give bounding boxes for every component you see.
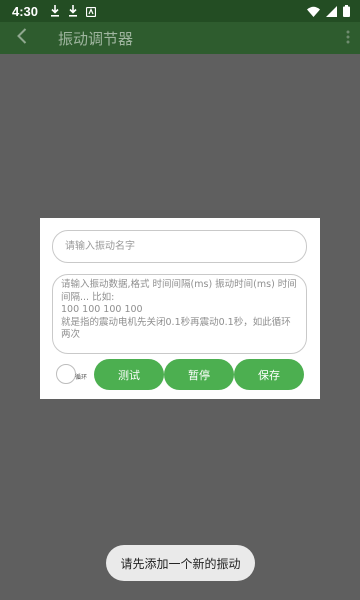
status-bar: 4:30 xyxy=(0,0,360,22)
loop-label: 循环 xyxy=(75,374,88,381)
download-icon xyxy=(68,2,78,21)
app-notification-icon xyxy=(85,2,97,21)
app-bar: 振动调节器 xyxy=(0,22,360,54)
more-vert-icon xyxy=(346,29,350,48)
pause-button[interactable]: 暂停 xyxy=(164,359,234,390)
status-icons-right xyxy=(307,2,350,21)
back-button[interactable] xyxy=(0,22,44,54)
status-icons-left xyxy=(50,2,97,21)
test-button[interactable]: 测试 xyxy=(94,359,164,390)
page-title: 振动调节器 xyxy=(58,29,134,48)
wifi-icon xyxy=(307,2,320,21)
signal-icon xyxy=(326,2,337,21)
more-options-button[interactable] xyxy=(336,22,360,54)
vibration-editor-dialog: 循环 测试 暂停 保存 xyxy=(40,218,320,399)
vibration-name-input[interactable] xyxy=(52,230,307,263)
status-time: 4:30 xyxy=(12,3,39,19)
vibration-data-input[interactable] xyxy=(52,274,307,354)
back-arrow-icon xyxy=(17,28,27,48)
battery-icon xyxy=(343,2,350,21)
loop-checkbox[interactable] xyxy=(56,364,76,384)
download-icon xyxy=(50,2,60,21)
toast-message: 请先添加一个新的振动 xyxy=(106,545,255,581)
save-button[interactable]: 保存 xyxy=(234,359,304,390)
